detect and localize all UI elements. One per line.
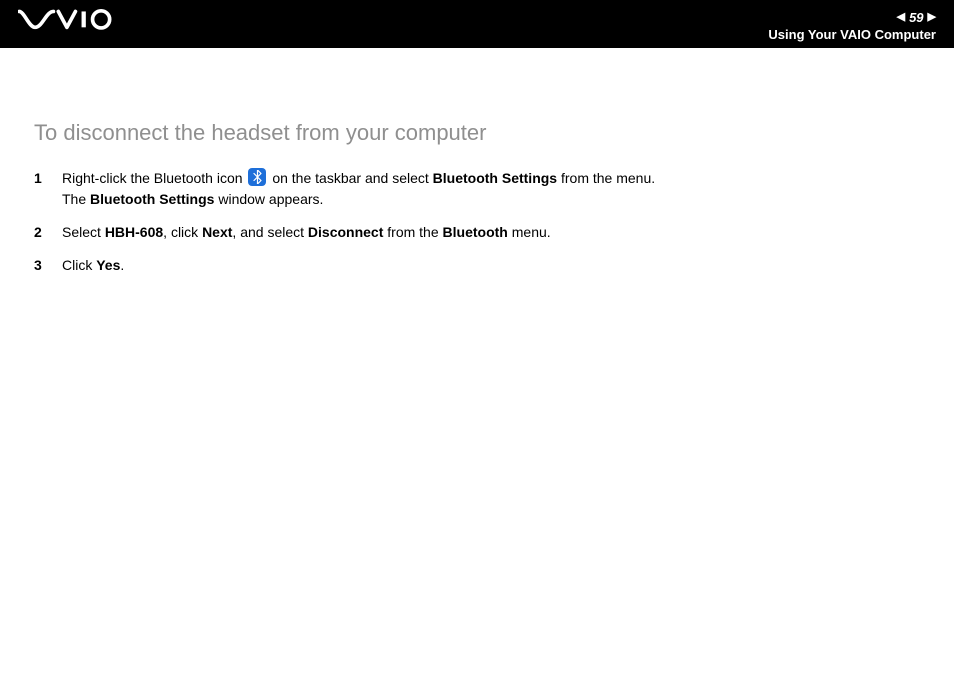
step-bold: Yes [96, 257, 120, 273]
next-page-arrow-icon[interactable]: ▶ [928, 12, 936, 23]
step-text: menu. [508, 224, 551, 240]
step-text: Click [62, 257, 96, 273]
step-text: , click [163, 224, 202, 240]
step-text: on the taskbar and select [268, 170, 432, 186]
step-item: Click Yes. [34, 255, 920, 276]
page-heading: To disconnect the headset from your comp… [34, 120, 920, 146]
step-bold: Bluetooth [443, 224, 508, 240]
step-bold: Next [202, 224, 232, 240]
bluetooth-icon [248, 168, 266, 186]
step-text: Right-click the Bluetooth icon [62, 170, 246, 186]
step-text: , and select [232, 224, 308, 240]
vaio-logo [18, 0, 116, 42]
page-navigator: ◀ 59 ▶ [897, 10, 936, 25]
step-item: Select HBH-608, click Next, and select D… [34, 222, 920, 243]
header-right: ◀ 59 ▶ Using Your VAIO Computer [768, 10, 936, 42]
step-text: from the menu. [557, 170, 655, 186]
page-number: 59 [909, 10, 923, 25]
steps-list: Right-click the Bluetooth icon on the ta… [34, 168, 920, 276]
page-content: To disconnect the headset from your comp… [0, 48, 954, 276]
step-text: The [62, 191, 90, 207]
step-bold: Bluetooth Settings [433, 170, 557, 186]
page-header: ◀ 59 ▶ Using Your VAIO Computer [0, 0, 954, 48]
section-title: Using Your VAIO Computer [768, 27, 936, 42]
step-bold: Bluetooth Settings [90, 191, 214, 207]
step-bold: Disconnect [308, 224, 383, 240]
step-text: from the [383, 224, 442, 240]
step-bold: HBH-608 [105, 224, 163, 240]
step-text: Select [62, 224, 105, 240]
step-text: . [120, 257, 124, 273]
step-item: Right-click the Bluetooth icon on the ta… [34, 168, 920, 210]
step-text: window appears. [214, 191, 323, 207]
prev-page-arrow-icon[interactable]: ◀ [897, 12, 905, 23]
